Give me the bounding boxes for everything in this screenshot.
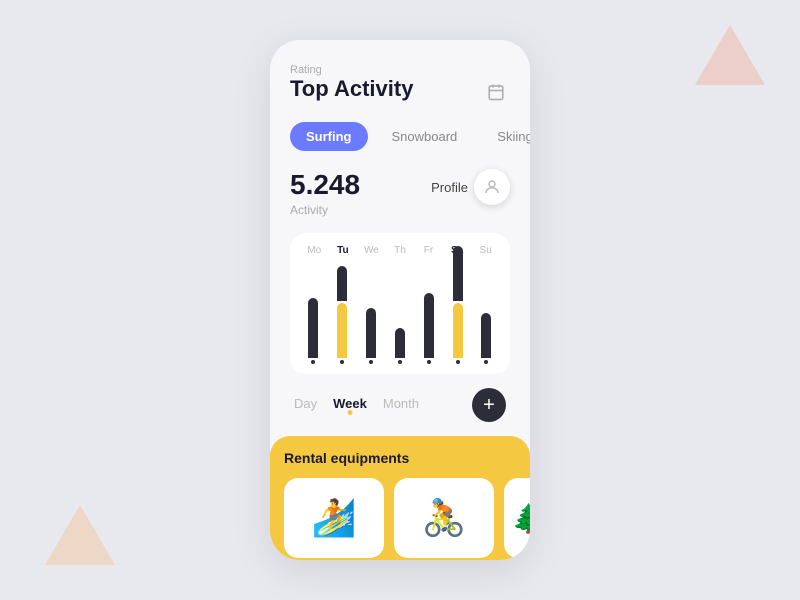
tab-surfing[interactable]: Surfing (290, 122, 368, 151)
chart-day-we: We (361, 245, 381, 256)
bar-sa-yellow (453, 303, 463, 358)
period-tabs: Day Week Month (294, 396, 419, 415)
bar-fr-dot (427, 360, 431, 364)
rental-cards: 🏄 🚴 🌲 (284, 478, 516, 558)
bg-decoration-bottom-left (40, 500, 120, 570)
bar-su-dot (484, 360, 488, 364)
bar-th-dot (398, 360, 402, 364)
chart-day-th: Th (390, 245, 410, 256)
period-tab-week[interactable]: Week (333, 396, 367, 415)
rental-card-tree[interactable]: 🌲 (504, 478, 530, 558)
bar-we-dark (366, 308, 376, 358)
rental-tree-illustration: 🌲 (512, 502, 530, 535)
profile-section: Profile (431, 169, 510, 205)
bar-tu-dot (340, 360, 344, 364)
bar-mo (303, 298, 323, 364)
chart-bars (300, 264, 500, 364)
activity-label: Activity (290, 203, 360, 217)
period-tab-day[interactable]: Day (294, 396, 317, 415)
stats-row: 5.248 Activity Profile (290, 169, 510, 217)
bar-tu-dark (337, 266, 347, 301)
bar-we-dot (369, 360, 373, 364)
add-button[interactable]: + (472, 388, 506, 422)
bar-mo-dark (308, 298, 318, 358)
avatar[interactable] (474, 169, 510, 205)
tab-snowboard[interactable]: Snowboard (376, 122, 474, 151)
chart-day-tu: Tu (333, 245, 353, 256)
bg-decoration-top-right (690, 20, 770, 90)
bar-mo-dot (311, 360, 315, 364)
card-header: Rating Top Activity (290, 64, 510, 106)
header-text: Rating Top Activity (290, 64, 413, 102)
bar-sa-dark (453, 246, 463, 301)
bar-tu-yellow (337, 303, 347, 358)
bar-fr (419, 293, 439, 364)
chart-day-fr: Fr (419, 245, 439, 256)
calendar-icon[interactable] (482, 78, 510, 106)
rental-surf-illustration: 🏄 (312, 497, 357, 539)
bar-th-dark (395, 328, 405, 358)
activity-value: 5.248 (290, 169, 360, 201)
rental-card-surf[interactable]: 🏄 (284, 478, 384, 558)
page-title: Top Activity (290, 76, 413, 102)
bar-we (361, 308, 381, 364)
chart-day-mo: Mo (304, 245, 324, 256)
activity-stats: 5.248 Activity (290, 169, 360, 217)
rental-card-bike[interactable]: 🚴 (394, 478, 494, 558)
bar-su-dark (481, 313, 491, 358)
profile-label: Profile (431, 180, 468, 195)
period-tab-month[interactable]: Month (383, 396, 419, 415)
chart-day-su: Su (476, 245, 496, 256)
bar-sa-dot (456, 360, 460, 364)
tab-skiing[interactable]: Skiing (481, 122, 530, 151)
bar-th (390, 328, 410, 364)
rating-label: Rating (290, 64, 413, 76)
activity-tabs: Surfing Snowboard Skiing (290, 122, 510, 151)
bar-fr-dark (424, 293, 434, 358)
rental-title: Rental equipments (284, 450, 516, 466)
main-card: Rating Top Activity Surfing Snowboard Sk… (270, 40, 530, 560)
rental-section: Rental equipments 🏄 🚴 🌲 (270, 436, 530, 560)
bar-tu (332, 266, 352, 364)
bar-sa (448, 246, 468, 364)
bar-su (476, 313, 496, 364)
rental-bike-illustration: 🚴 (422, 497, 467, 539)
chart-section: Mo Tu We Th Fr Sa Su (290, 233, 510, 374)
period-row: Day Week Month + (290, 374, 510, 436)
chart-days: Mo Tu We Th Fr Sa Su (300, 245, 500, 256)
